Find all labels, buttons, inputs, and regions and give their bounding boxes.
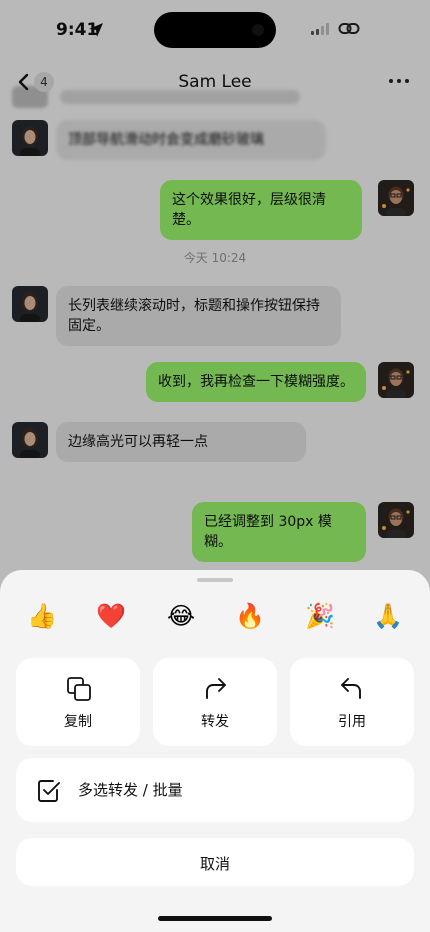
reaction-fire[interactable]: 🔥 — [234, 600, 266, 632]
reaction-laugh[interactable]: 😂 — [165, 600, 197, 632]
multi-select-button[interactable]: 多选转发 / 批量 — [16, 758, 414, 822]
cancel-button[interactable]: 取消 — [16, 838, 414, 886]
copy-label: 复制 — [64, 714, 92, 730]
copy-icon — [67, 677, 91, 701]
sheet-handle[interactable] — [197, 578, 233, 582]
forward-button[interactable]: 转发 — [153, 658, 277, 746]
forward-icon — [206, 678, 226, 699]
message-action-sheet: 👍 ❤️ 😂 🔥 🎉 🙏 复制 转发 引用 多选转发 / 批量 取消 — [0, 570, 430, 932]
multi-select-label: 多选转发 / 批量 — [78, 781, 183, 799]
reply-icon — [341, 678, 361, 699]
forward-label: 转发 — [201, 714, 229, 730]
copy-button[interactable]: 复制 — [16, 658, 140, 746]
reply-button[interactable]: 引用 — [290, 658, 414, 746]
reaction-party[interactable]: 🎉 — [304, 600, 336, 632]
cancel-label: 取消 — [199, 855, 230, 873]
reaction-pray[interactable]: 🙏 — [372, 600, 404, 632]
reaction-thumbs-up[interactable]: 👍 — [26, 600, 58, 632]
home-indicator — [158, 916, 272, 921]
reaction-heart[interactable]: ❤️ — [95, 600, 127, 632]
checkbox-icon — [38, 780, 60, 802]
reply-label: 引用 — [338, 714, 366, 730]
reaction-row: 👍 ❤️ 😂 🔥 🎉 🙏 — [0, 600, 430, 632]
